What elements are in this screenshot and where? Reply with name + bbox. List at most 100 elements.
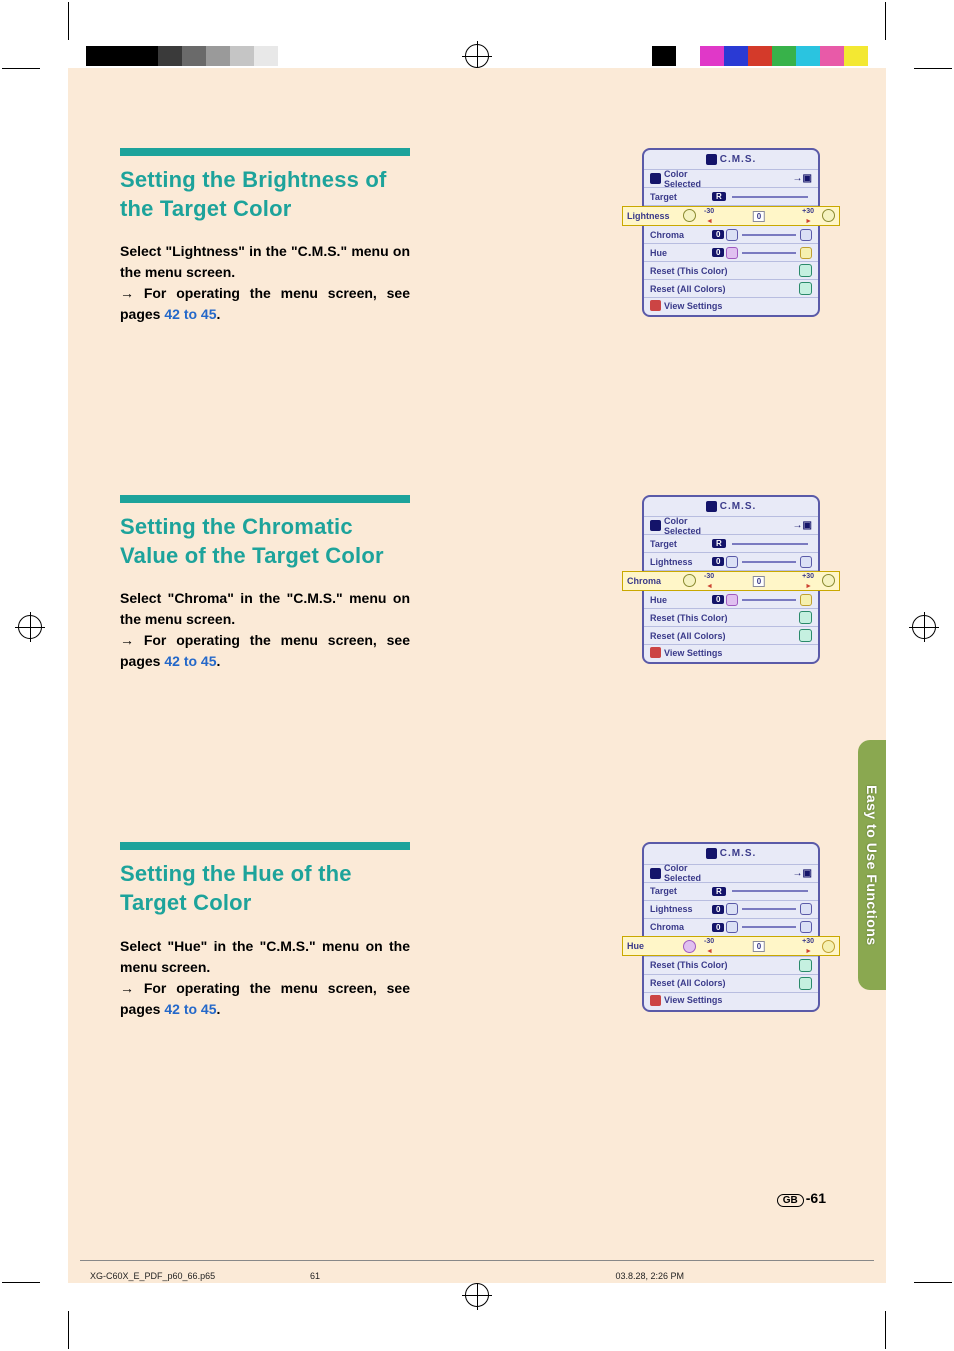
osd-title-text: C.M.S.: [720, 849, 757, 860]
osd-value: R: [712, 192, 726, 201]
crop-mark: [885, 1311, 886, 1349]
body-prefix: Select "Lightness" in the "C.M.S." menu …: [120, 243, 410, 280]
heading-rule: [120, 495, 410, 503]
osd-label: Target: [650, 539, 712, 549]
cms-icon: [706, 501, 717, 512]
nav-button-icon: [800, 247, 812, 259]
nav-button-icon: [726, 556, 738, 568]
osd-label: Reset (All Colors): [650, 284, 799, 294]
heading-rule: [120, 842, 410, 850]
section-tab-label: Easy to Use Functions: [864, 785, 880, 946]
osd-row-hue: Hue0: [644, 590, 818, 608]
osd-row-reset-all: Reset (All Colors): [644, 974, 818, 992]
color-swatch: [134, 46, 158, 66]
enter-button-icon: [799, 611, 812, 624]
color-swatch: [748, 46, 772, 66]
footer-rule: [80, 1260, 874, 1261]
scale-zero: 0: [753, 941, 765, 952]
osd-row-target: TargetR: [644, 187, 818, 205]
osd-row-chroma-highlighted: Chroma -30 ◄ 0 ► +30: [644, 570, 818, 590]
color-swatch: [110, 46, 134, 66]
osd-slider: [742, 926, 796, 928]
arrow-right-icon: →▣: [793, 173, 812, 184]
page-reference-link[interactable]: 42 to 45: [164, 306, 216, 322]
scale-min: -30: [704, 208, 714, 215]
color-swatch: [772, 46, 796, 66]
osd-slider: [732, 543, 808, 545]
view-icon: [650, 647, 661, 658]
osd-highlight-row: Lightness -30 ◄ 0 ► +30: [622, 206, 840, 226]
osd-scale: -30 ◄ 0 ► +30: [700, 939, 818, 953]
page-number: GB-61: [777, 1190, 826, 1206]
section-chroma: Setting the Chromatic Value of the Targe…: [120, 495, 820, 672]
osd-value: 0: [712, 595, 724, 604]
osd-slider: [742, 561, 796, 563]
osd-label: Chroma: [650, 230, 712, 240]
crop-mark: [2, 1282, 40, 1283]
color-swatch: [844, 46, 868, 66]
page-reference-link[interactable]: 42 to 45: [164, 1001, 216, 1017]
registration-mark-icon: [465, 1283, 489, 1307]
color-swatch: [182, 46, 206, 66]
nav-button-icon: [800, 556, 812, 568]
body-prefix: Select "Hue" in the "C.M.S." menu on the…: [120, 938, 410, 975]
osd-value: R: [712, 887, 726, 896]
arrow-icon: →: [120, 980, 134, 996]
section-heading: Setting the Hue of the Target Color: [120, 860, 410, 917]
page-reference-link[interactable]: 42 to 45: [164, 653, 216, 669]
osd-row-hue: Hue0: [644, 243, 818, 261]
enter-button-icon: [799, 282, 812, 295]
osd-label: Target: [650, 886, 712, 896]
color-swatch: [86, 46, 110, 66]
nav-button-icon: [822, 209, 835, 222]
osd-label: View Settings: [664, 995, 812, 1005]
body-prefix: Select "Chroma" in the "C.M.S." menu on …: [120, 590, 410, 627]
nav-button-icon: [726, 229, 738, 241]
nav-button-icon: [800, 229, 812, 241]
osd-slider: [742, 908, 796, 910]
osd-row-hue-highlighted: Hue -30 ◄ 0 ► +30: [644, 936, 818, 956]
heading-rule: [120, 148, 410, 156]
osd-row-reset-all: Reset (All Colors): [644, 279, 818, 297]
osd-label: Chroma: [650, 922, 712, 932]
osd-highlight-label: Lightness: [627, 211, 679, 221]
view-icon: [650, 995, 661, 1006]
view-icon: [650, 300, 661, 311]
nav-button-icon: [800, 903, 812, 915]
section-hue: Setting the Hue of the Target Color Sele…: [120, 842, 820, 1019]
osd-label: View Settings: [664, 648, 812, 658]
osd-label: Color Selected: [664, 169, 726, 189]
nav-button-icon: [800, 921, 812, 933]
palette-icon: [650, 868, 661, 879]
color-swatch: [724, 46, 748, 66]
osd-row-lightness-highlighted: Lightness -30 ◄ 0 ► +30: [644, 205, 818, 225]
section-tab: Easy to Use Functions: [858, 740, 886, 990]
osd-value: 0: [712, 248, 724, 257]
triangle-left-icon: ◄: [706, 218, 713, 225]
osd-highlight-label: Chroma: [627, 576, 679, 586]
triangle-right-icon: ►: [805, 218, 812, 225]
osd-label: Target: [650, 192, 712, 202]
osd-row-target: TargetR: [644, 534, 818, 552]
scale-min: -30: [704, 938, 714, 945]
body-suffix: .: [217, 306, 221, 322]
osd-label: Color Selected: [664, 516, 726, 536]
osd-screenshot-hue: C.M.S. Color Selected→▣ TargetR Lightnes…: [642, 842, 820, 1011]
palette-icon: [650, 173, 661, 184]
arrow-right-icon: →▣: [793, 868, 812, 879]
nav-button-icon: [800, 594, 812, 606]
osd-label: Reset (This Color): [650, 960, 799, 970]
color-swatch: [700, 46, 724, 66]
color-swatch: [254, 46, 278, 66]
color-swatch: [676, 46, 700, 66]
page-number-text: -61: [806, 1190, 826, 1206]
osd-title: C.M.S.: [644, 497, 818, 516]
osd-label: Hue: [650, 595, 712, 605]
enter-button-icon: [799, 959, 812, 972]
footer-page: 61: [310, 1271, 510, 1281]
body-suffix: .: [217, 653, 221, 669]
osd-label: Lightness: [650, 904, 712, 914]
osd-title: C.M.S.: [644, 844, 818, 863]
osd-label: Reset (This Color): [650, 613, 799, 623]
scale-zero: 0: [753, 211, 765, 222]
